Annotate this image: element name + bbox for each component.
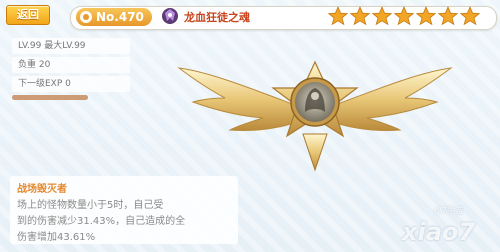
load-row: 负重 20: [12, 57, 130, 73]
skill-description-line-1: 场上的怪物数量小于5时，自己受: [17, 200, 164, 211]
level-text: LV.99 最大LV.99: [18, 41, 86, 51]
next-exp-text: 下一级EXP 0: [18, 79, 71, 89]
star-icon: [394, 6, 414, 26]
watermark-logo: xiao7: [402, 218, 476, 246]
top-bar: 返回 No.470 龙血狂徒之魂: [0, 0, 500, 34]
load-text: 负重 20: [18, 60, 51, 70]
level-row: LV.99 最大LV.99: [12, 38, 130, 54]
exp-bar-fill: [12, 95, 88, 100]
winged-emblem: [177, 60, 453, 172]
skill-title: 战场毁灭者: [17, 184, 67, 195]
soul-number: No.470: [96, 10, 144, 24]
star-icon: [350, 6, 370, 26]
soul-name: 龙血狂徒之魂: [184, 11, 250, 24]
number-badge: No.470: [76, 8, 152, 26]
next-exp-row: 下一级EXP 0: [12, 76, 130, 92]
star-icon: [416, 6, 436, 26]
star-icon: [460, 6, 480, 26]
star-icon: [372, 6, 392, 26]
skill-description-line-2: 到的伤害减少31.43%，自己造成的全: [17, 216, 186, 227]
watermark-small: 小7手游: [434, 206, 464, 215]
star-icon: [438, 6, 458, 26]
back-button[interactable]: 返回: [6, 5, 50, 25]
star-icon: [328, 6, 348, 26]
gear-icon: [80, 11, 92, 23]
soul-icon: [162, 8, 178, 24]
skill-description-line-3: 伤害增加43.61%: [17, 232, 96, 243]
star-rating: [328, 6, 490, 26]
